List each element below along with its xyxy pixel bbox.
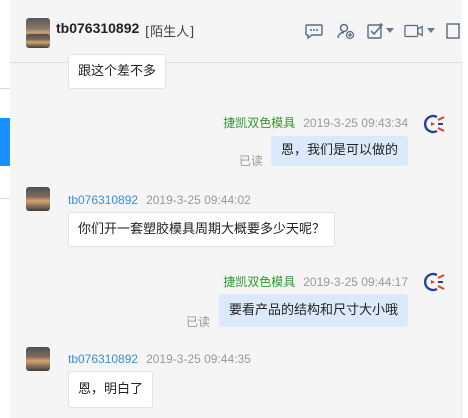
avatar[interactable]: [26, 187, 50, 211]
read-status: 已读: [239, 154, 264, 168]
timestamp: 2019-3-25 09:44:02: [146, 193, 251, 207]
sidebar-edge: [0, 0, 10, 418]
chat-bubble-icon[interactable]: [304, 22, 324, 40]
message-bubble: 恩，我们是可以做的: [270, 136, 408, 166]
message-meta: 捷凯双色模具 2019-3-25 09:44:17: [223, 273, 408, 290]
message-meta: tb076310892 2019-3-25 09:44:35: [68, 352, 251, 366]
timestamp: 2019-3-25 09:44:35: [146, 352, 251, 366]
message-bubble: 恩，明白了: [68, 371, 154, 408]
company-logo-icon[interactable]: [421, 114, 447, 134]
scrollbar[interactable]: [461, 0, 468, 418]
sidebar-divider: [0, 88, 10, 89]
video-call-icon[interactable]: [404, 22, 424, 40]
more-icon[interactable]: [446, 22, 460, 40]
sender-name[interactable]: tb076310892: [68, 193, 138, 207]
message-meta: tb076310892 2019-3-25 09:44:02: [68, 193, 251, 207]
message-bubble: 要看产品的结构和尺寸大小哦: [218, 294, 408, 327]
company-logo-icon[interactable]: [421, 272, 447, 292]
read-status: 已读: [186, 315, 211, 329]
sender-name[interactable]: tb076310892: [68, 352, 138, 366]
sidebar-active-indicator[interactable]: [0, 118, 10, 166]
timestamp: 2019-3-25 09:43:34: [303, 116, 408, 130]
avatar[interactable]: [26, 347, 50, 371]
message-meta: 捷凯双色模具 2019-3-25 09:43:34: [223, 114, 408, 131]
avatar[interactable]: [26, 34, 50, 48]
add-contact-icon[interactable]: [336, 22, 356, 40]
timestamp: 2019-3-25 09:44:17: [303, 275, 408, 289]
contact-name[interactable]: tb076310892: [56, 20, 139, 36]
message-bubble: 跟这个差不多: [68, 54, 167, 89]
chevron-down-icon[interactable]: [426, 22, 436, 40]
sender-name[interactable]: 捷凯双色模具: [223, 275, 295, 289]
sender-name[interactable]: 捷凯双色模具: [223, 116, 295, 130]
task-checkbox-icon[interactable]: [366, 22, 386, 40]
message-bubble: 你们开一套塑胶模具周期大概要多少天呢？: [68, 212, 336, 247]
contact-tag: [陌生人]: [145, 25, 195, 40]
chevron-down-icon[interactable]: [385, 22, 395, 40]
sidebar-divider: [0, 198, 10, 199]
